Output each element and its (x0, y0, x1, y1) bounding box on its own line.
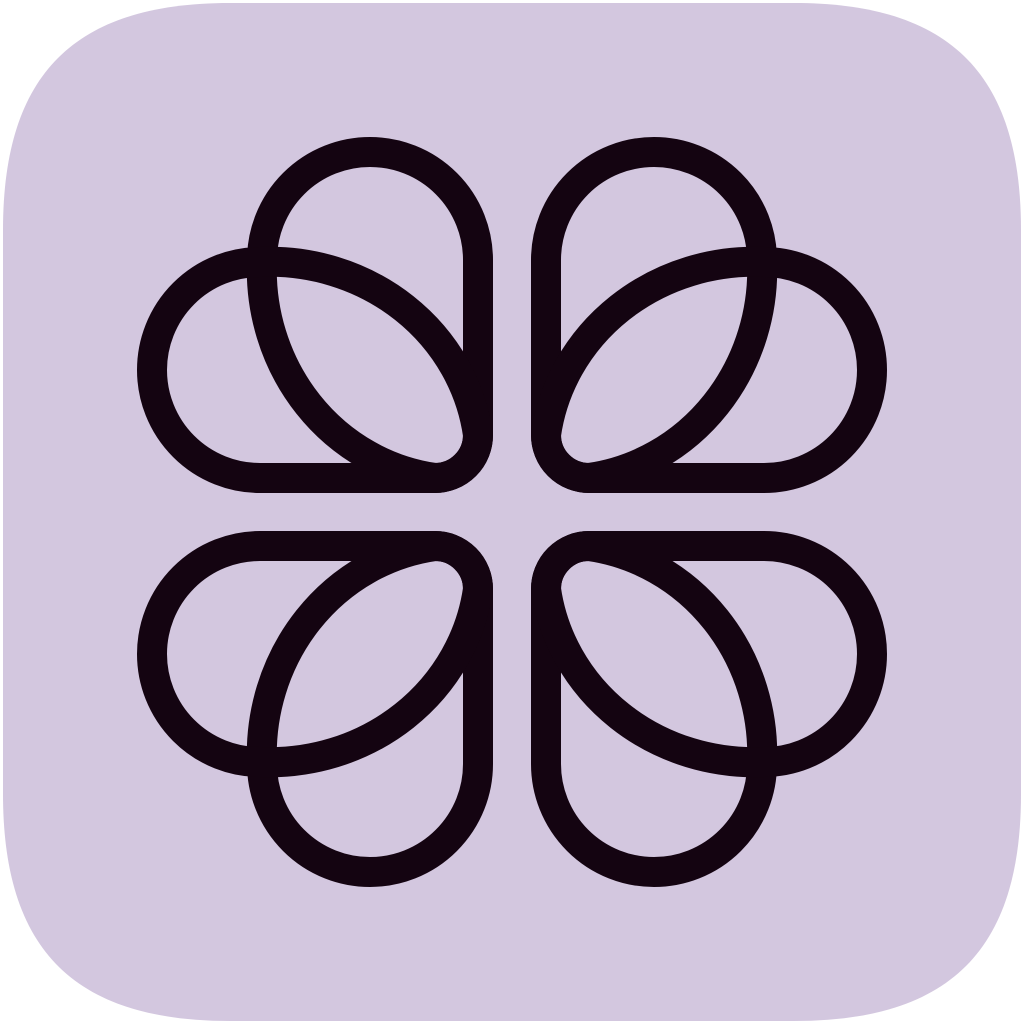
icon-background (3, 3, 1021, 1021)
clover-flower-icon (3, 3, 1021, 1021)
app-icon[interactable] (0, 0, 1024, 1024)
